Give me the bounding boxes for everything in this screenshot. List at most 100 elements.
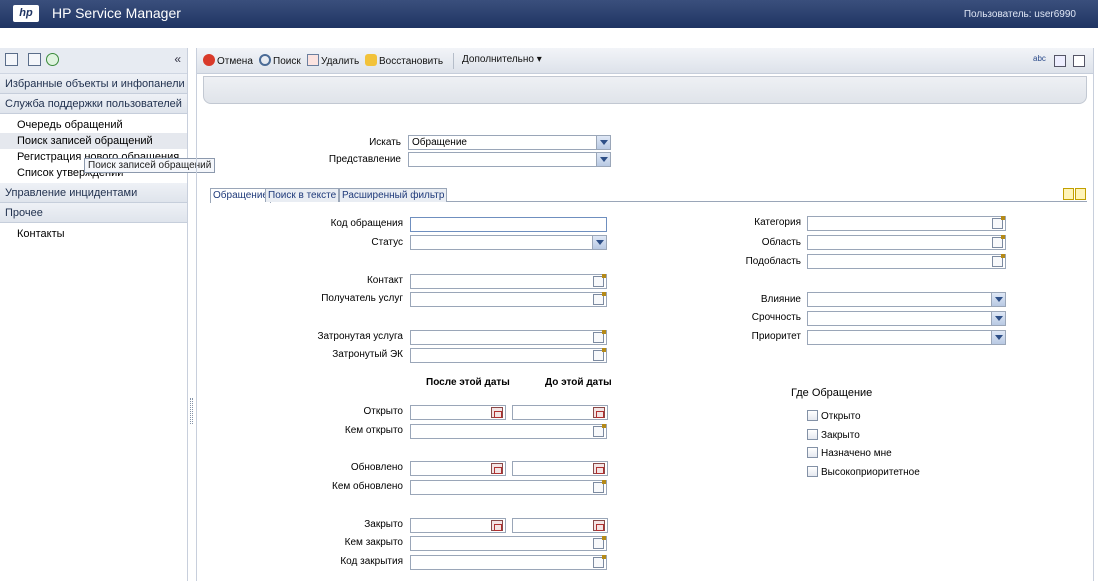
search-icon [259,54,271,66]
spellcheck-icon[interactable]: abc [1033,54,1046,63]
chevron-down-icon[interactable] [991,312,1005,325]
search-for-label: Искать [369,137,401,148]
nav-item-queue[interactable]: Очередь обращений [0,117,187,133]
subarea-input[interactable] [807,254,1006,269]
closed-after-input[interactable] [410,518,506,533]
hp-logo: hp [13,5,39,22]
lookup-icon[interactable] [593,536,606,549]
before-date-header: До этой даты [545,377,612,388]
scroll-right-icon[interactable] [1075,188,1086,200]
urgency-select[interactable] [807,311,1006,326]
nav-toolbar: « [0,48,187,74]
chevron-down-icon[interactable] [596,136,610,149]
delete-button[interactable]: Удалить [307,54,359,67]
print-icon[interactable] [1054,55,1066,67]
scroll-left-icon[interactable] [1063,188,1074,200]
affected-service-input[interactable] [410,330,607,345]
nav-group-other[interactable]: Прочее [0,203,187,223]
chevron-down-icon[interactable] [596,153,610,166]
nav-item-search-records[interactable]: Поиск записей обращений [0,133,187,149]
assigned-to-me-checkbox[interactable] [807,447,818,458]
cancel-button[interactable]: Отмена [203,54,253,67]
lookup-icon[interactable] [593,348,606,361]
opened-label: Открыто [363,406,403,417]
affected-ci-input[interactable] [410,348,607,363]
lookup-icon[interactable] [593,292,606,305]
search-button[interactable]: Поиск [259,54,301,67]
opened-after-input[interactable] [410,405,506,420]
view-label: Представление [328,154,401,165]
closed-by-input[interactable] [410,536,607,551]
lookup-icon[interactable] [593,555,606,568]
request-code-label: Код обращения [330,218,403,229]
lookup-icon[interactable] [593,330,606,343]
lookup-icon[interactable] [593,424,606,437]
chevron-down-icon[interactable] [991,331,1005,344]
tab-request[interactable]: Обращение [210,188,271,203]
close-code-input[interactable] [410,555,607,570]
chevron-down-icon[interactable] [592,236,606,249]
updated-before-input[interactable] [512,461,608,476]
calendar-icon[interactable] [593,463,605,474]
nav-item-contacts[interactable]: Контакты [0,226,187,242]
lookup-icon[interactable] [992,235,1005,248]
tab-scroll-controls [1063,188,1087,200]
info-bar [203,76,1087,104]
tab-text-search[interactable]: Поиск в тексте [265,188,340,202]
add-favorite-icon[interactable] [28,53,41,66]
area-label: Область [761,237,801,248]
contact-input[interactable] [410,274,607,289]
nav-group-incidents[interactable]: Управление инцидентами [0,183,187,203]
category-input[interactable] [807,216,1006,231]
collapse-panel-icon[interactable]: « [174,52,181,66]
recipient-input[interactable] [410,292,607,307]
search-for-select[interactable]: Обращение [408,135,611,150]
lookup-icon[interactable] [992,254,1005,267]
lookup-icon[interactable] [593,274,606,287]
status-select[interactable] [410,235,607,250]
priority-select[interactable] [807,330,1006,345]
subarea-label: Подобласть [745,256,801,267]
refresh-icon[interactable] [46,53,59,66]
nav-group-favorites[interactable]: Избранные объекты и инфопанели [0,74,187,94]
calendar-icon[interactable] [491,520,503,531]
closed-checkbox[interactable] [807,429,818,440]
impact-label: Влияние [760,294,801,305]
open-checkbox[interactable] [807,410,818,421]
tab-advanced-filter[interactable]: Расширенный фильтр [339,188,448,202]
undo-icon [365,54,377,66]
calendar-icon[interactable] [491,463,503,474]
high-priority-label: Высокоприоритетное [821,467,920,478]
impact-select[interactable] [807,292,1006,307]
assigned-to-me-label: Назначено мне [821,448,892,459]
closed-before-input[interactable] [512,518,608,533]
calendar-icon[interactable] [593,407,605,418]
lookup-icon[interactable] [593,480,606,493]
high-priority-checkbox[interactable] [807,466,818,477]
lookup-icon[interactable] [992,216,1005,229]
opened-by-input[interactable] [410,424,607,439]
restore-button[interactable]: Восстановить [365,54,443,67]
favorites-icon[interactable] [5,53,18,66]
request-code-input[interactable] [410,217,607,232]
search-tabs: Обращение Поиск в тексте Расширенный фил… [210,188,1087,203]
record-toolbar: Отмена Поиск Удалить Восстановить Дополн… [197,48,1093,74]
nav-group-service-desk[interactable]: Служба поддержки пользователей [0,94,187,114]
opened-before-input[interactable] [512,405,608,420]
closed-checkbox-label: Закрыто [821,430,860,441]
chevron-down-icon[interactable] [991,293,1005,306]
more-menu-button[interactable]: Дополнительно ▾ [462,54,542,65]
calendar-icon[interactable] [593,520,605,531]
view-select[interactable] [408,152,611,167]
recipient-label: Получатель услуг [321,293,403,304]
panel-resize-handle[interactable] [190,398,193,424]
cancel-icon [203,54,215,66]
layout-icon[interactable] [1073,55,1085,67]
calendar-icon[interactable] [491,407,503,418]
opened-by-label: Кем открыто [344,425,403,436]
user-label: Пользователь: user6990 [963,9,1076,20]
updated-after-input[interactable] [410,461,506,476]
main-content: Отмена Поиск Удалить Восстановить Дополн… [196,48,1094,581]
updated-by-input[interactable] [410,480,607,495]
area-input[interactable] [807,235,1006,250]
